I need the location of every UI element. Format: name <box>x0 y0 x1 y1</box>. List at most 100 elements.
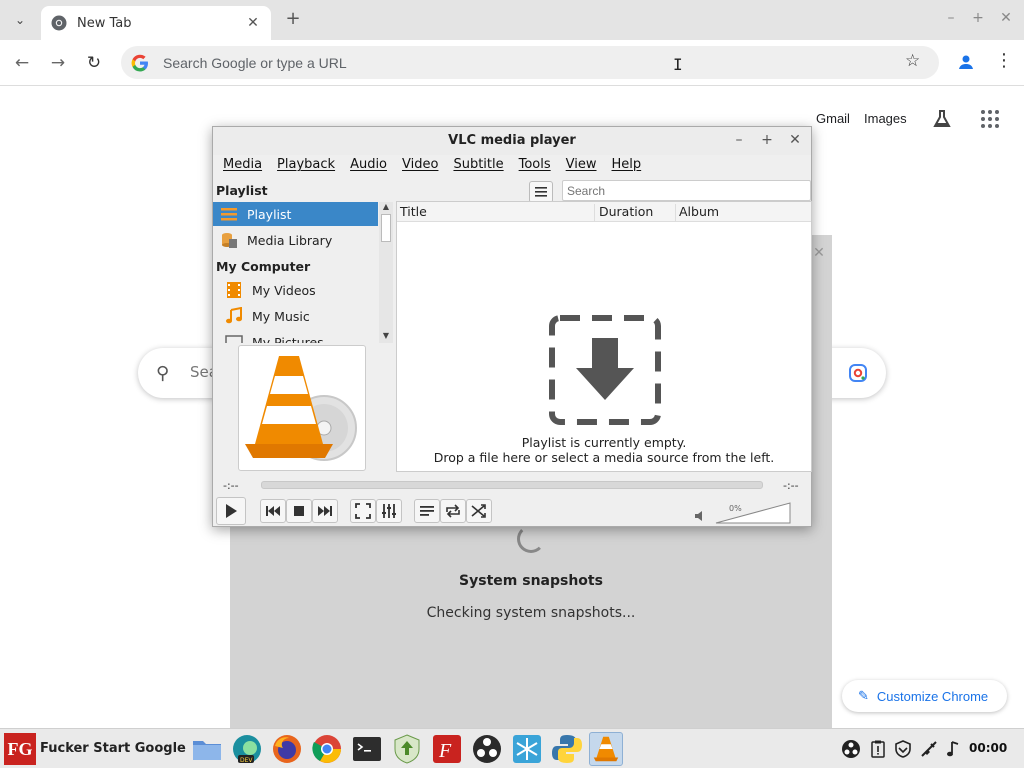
music-tray-icon[interactable] <box>944 739 964 759</box>
customize-chrome-button[interactable]: ✎ Customize Chrome <box>842 680 1007 712</box>
edge-dev-icon[interactable]: DEV <box>230 732 264 766</box>
sidebar-item-label: Playlist <box>247 206 292 222</box>
scroll-up-icon[interactable]: ▲ <box>379 202 393 211</box>
vlc-taskbar-icon <box>593 736 619 762</box>
videos-icon <box>227 282 241 298</box>
speaker-icon[interactable] <box>694 510 706 522</box>
vlc-titlebar[interactable]: VLC media player – + ✕ <box>213 127 811 155</box>
sidebar-scrollbar[interactable]: ▲ ▼ <box>379 202 393 343</box>
playlist-view-button[interactable] <box>529 181 553 203</box>
vlc-window-title: VLC media player <box>448 133 576 148</box>
playlist-search-input[interactable] <box>562 180 811 201</box>
drop-download-icon <box>549 315 661 425</box>
window-close-icon[interactable]: ✕ <box>998 10 1014 26</box>
sidebar-item-my-music[interactable]: My Music <box>213 304 378 328</box>
chrome-menu-icon[interactable]: ⋮ <box>995 50 1013 71</box>
svg-text:F: F <box>438 740 452 762</box>
python-icon[interactable] <box>550 732 584 766</box>
playlist-icon <box>221 208 237 221</box>
vlc-window: VLC media player – + ✕ Media Playback Au… <box>212 126 812 527</box>
menu-media[interactable]: Media <box>223 155 262 177</box>
new-tab-plus-icon[interactable]: + <box>282 8 304 30</box>
obs-tray-icon[interactable] <box>841 739 861 759</box>
menu-subtitle[interactable]: Subtitle <box>453 155 503 177</box>
shield-tray-icon[interactable] <box>893 739 913 759</box>
firefox-icon[interactable] <box>270 732 304 766</box>
network-tray-icon[interactable] <box>919 739 939 759</box>
tab-search-chevron-icon[interactable]: ⌄ <box>8 8 32 32</box>
google-apps-grid-icon[interactable] <box>980 109 1000 129</box>
sidebar-item-my-pictures[interactable]: My Pictures <box>213 330 378 343</box>
clock: 00:00 <box>969 741 1008 755</box>
google-g-icon <box>131 54 148 71</box>
scrollbar-thumb[interactable] <box>381 214 391 242</box>
stop-button[interactable] <box>286 499 312 523</box>
play-button[interactable] <box>216 497 246 525</box>
column-duration[interactable]: Duration <box>596 204 676 222</box>
reload-icon[interactable]: ↻ <box>83 52 105 74</box>
font-app-icon[interactable]: F <box>430 732 464 766</box>
next-button[interactable] <box>312 499 338 523</box>
extended-settings-button[interactable] <box>376 499 402 523</box>
fullscreen-icon <box>355 503 371 519</box>
gmail-link[interactable]: Gmail <box>816 111 850 126</box>
sidebar-item-label: Media Library <box>247 232 333 248</box>
forward-arrow-icon[interactable]: → <box>47 52 69 74</box>
scroll-down-icon[interactable]: ▼ <box>379 331 393 340</box>
vlc-menubar: Media Playback Audio Video Subtitle Tool… <box>213 155 811 177</box>
file-manager-icon[interactable] <box>190 732 224 766</box>
sidebar-item-media-library[interactable]: Media Library <box>213 228 378 252</box>
vlc-maximize-icon[interactable]: + <box>759 132 775 148</box>
terminal-icon[interactable] <box>350 732 384 766</box>
volume-percent: 0% <box>729 504 742 513</box>
omnibox[interactable]: Search Google or type a URL <box>121 46 939 79</box>
taskbar: FG Fucker Start Google DEV F 00:00 <box>0 728 1024 768</box>
images-link[interactable]: Images <box>864 111 907 126</box>
toggle-playlist-button[interactable] <box>414 499 440 523</box>
menu-audio[interactable]: Audio <box>350 155 387 177</box>
maximize-icon[interactable]: + <box>970 10 986 26</box>
back-arrow-icon[interactable]: ← <box>11 52 33 74</box>
menu-playback[interactable]: Playback <box>277 155 335 177</box>
snowflake-app-icon[interactable] <box>510 732 544 766</box>
volume-slider[interactable] <box>715 502 791 524</box>
fullscreen-button[interactable] <box>350 499 376 523</box>
chrome-taskbar-icon[interactable] <box>310 732 344 766</box>
clipboard-tray-icon[interactable] <box>868 739 888 759</box>
update-manager-icon[interactable] <box>390 732 424 766</box>
seek-bar[interactable] <box>261 481 763 489</box>
shuffle-button[interactable] <box>466 499 492 523</box>
empty-playlist-hint: Drop a file here or select a media sourc… <box>433 450 775 465</box>
menu-help[interactable]: Help <box>612 155 642 177</box>
playlist-view[interactable]: Title Duration Album Playlist is current… <box>396 201 812 472</box>
sidebar-item-my-videos[interactable]: My Videos <box>213 278 378 302</box>
start-menu-label[interactable]: Fucker Start Google <box>40 741 186 756</box>
labs-flask-icon[interactable] <box>931 108 953 130</box>
sidebar-item-playlist[interactable]: Playlist <box>213 202 378 226</box>
next-icon <box>318 506 332 516</box>
sidebar-item-label: My Videos <box>252 282 316 298</box>
tab-new-tab[interactable]: New Tab ✕ <box>41 6 271 40</box>
menu-tools[interactable]: Tools <box>519 155 551 177</box>
minimize-icon[interactable]: – <box>943 10 959 26</box>
sidebar-item-label: My Music <box>252 308 310 324</box>
profile-avatar-icon[interactable] <box>955 51 977 73</box>
menu-view[interactable]: View <box>566 155 597 177</box>
start-menu-logo[interactable]: FG <box>4 733 36 765</box>
google-lens-icon[interactable] <box>848 363 868 383</box>
vlc-taskbar-button[interactable] <box>589 732 623 766</box>
tab-close-icon[interactable]: ✕ <box>245 15 261 31</box>
bookmark-star-icon[interactable]: ☆ <box>905 51 920 71</box>
playlist-toggle-icon <box>420 506 434 516</box>
vlc-minimize-icon[interactable]: – <box>731 132 747 148</box>
music-icon <box>226 307 242 324</box>
loop-button[interactable] <box>440 499 466 523</box>
chrome-logo-icon <box>51 15 67 31</box>
sidebar-category-my-computer: My Computer <box>216 259 311 274</box>
menu-video[interactable]: Video <box>402 155 438 177</box>
vlc-close-icon[interactable]: ✕ <box>787 132 803 148</box>
obs-studio-icon[interactable] <box>470 732 504 766</box>
column-title[interactable]: Title <box>397 204 595 222</box>
previous-button[interactable] <box>260 499 286 523</box>
column-album[interactable]: Album <box>676 204 811 222</box>
